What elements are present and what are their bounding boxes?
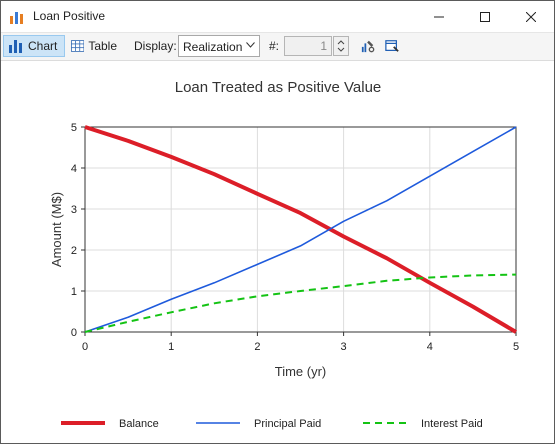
y-tick-label: 3 <box>71 204 77 216</box>
realization-number-label: #: <box>269 39 280 53</box>
display-label: Display: <box>134 39 177 53</box>
chart-view-label: Chart <box>28 39 58 53</box>
title-bar: Loan Positive <box>1 1 554 33</box>
x-axis-label: Time (yr) <box>275 364 327 379</box>
chart-window: Loan Positive Chart Table Display: Reali… <box>0 0 555 444</box>
chart-settings-icon <box>361 40 375 53</box>
legend-label: Balance <box>119 418 159 430</box>
display-select-value: Realization <box>183 40 243 54</box>
x-tick-label: 2 <box>254 341 260 353</box>
x-tick-label: 3 <box>341 341 347 353</box>
table-icon <box>71 40 85 52</box>
chart-properties-button[interactable] <box>381 35 403 57</box>
line-chart: Loan Treated as Positive Value 0 1 2 3 4 5 0 1 2 3… <box>49 79 519 430</box>
chart-settings-button[interactable] <box>357 35 379 57</box>
chart-view-button[interactable]: Chart <box>3 35 65 57</box>
minimize-button[interactable] <box>416 1 462 32</box>
y-tick-label: 1 <box>71 286 77 298</box>
y-tick-label: 4 <box>71 163 77 175</box>
maximize-button[interactable] <box>462 1 508 32</box>
y-axis-label: Amount (M$) <box>49 192 64 267</box>
chart-title: Loan Treated as Positive Value <box>175 79 382 96</box>
legend-label: Interest Paid <box>421 418 483 430</box>
table-view-label: Table <box>88 39 117 53</box>
display-select[interactable]: Realization <box>178 35 260 57</box>
window-title: Loan Positive <box>33 9 106 23</box>
x-tick-label: 4 <box>427 341 433 353</box>
realization-spinner[interactable] <box>333 36 349 56</box>
minimize-icon <box>434 16 444 17</box>
plot-area <box>85 127 516 332</box>
y-tick-label: 5 <box>71 122 77 134</box>
y-tick-label: 0 <box>71 327 77 339</box>
bar-chart-app-icon <box>10 12 23 24</box>
x-tick-label: 1 <box>168 341 174 353</box>
x-tick-label: 5 <box>513 341 519 353</box>
chart-properties-icon <box>385 40 399 52</box>
table-view-button[interactable]: Table <box>67 35 121 57</box>
y-tick-label: 2 <box>71 245 77 257</box>
close-button[interactable] <box>508 1 554 32</box>
x-tick-label: 0 <box>82 341 88 353</box>
spinner-arrows-icon <box>337 40 345 52</box>
bar-chart-icon <box>9 40 22 53</box>
chevron-down-icon <box>246 42 255 48</box>
maximize-icon <box>480 11 490 22</box>
close-icon <box>526 11 536 22</box>
legend-label: Principal Paid <box>254 418 321 430</box>
realization-number-input[interactable]: 1 <box>284 36 332 56</box>
